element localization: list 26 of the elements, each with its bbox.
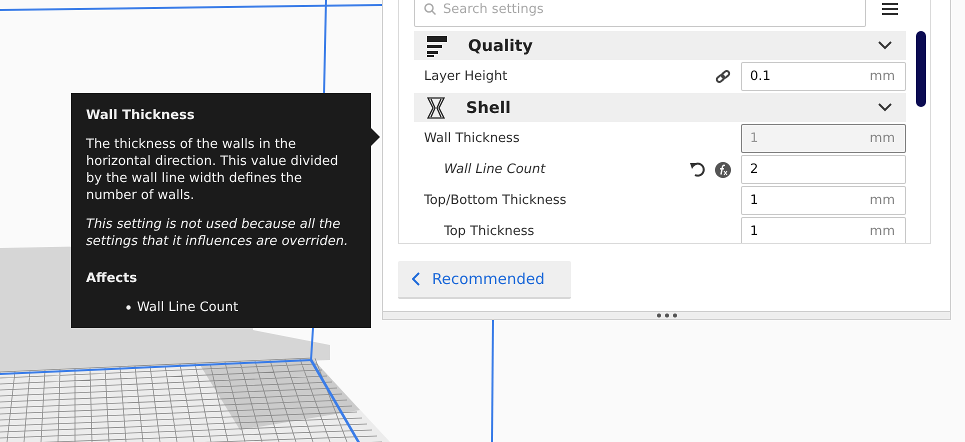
setting-input[interactable]: 1 mm: [741, 186, 906, 215]
drag-handle-icon[interactable]: [656, 313, 678, 318]
bullet-icon: [126, 305, 131, 310]
hourglass-icon: [426, 96, 446, 118]
tooltip-note: This setting is not used because all the settings that it influences are overriden.: [86, 216, 350, 250]
scrollbar[interactable]: [916, 31, 926, 107]
setting-label: Layer Height: [424, 69, 508, 84]
layers-icon: [426, 34, 448, 56]
menu-icon[interactable]: [882, 1, 898, 17]
setting-label: Top Thickness: [444, 224, 536, 239]
category-header[interactable]: Quality: [414, 31, 906, 60]
search-icon: [424, 3, 436, 15]
setting-label: Wall Thickness: [424, 131, 521, 146]
category-header[interactable]: Shell: [414, 93, 906, 122]
setting-input[interactable]: 1 mm: [741, 217, 906, 243]
affected-setting: Wall Line Count: [137, 299, 238, 316]
affects-heading: Affects: [86, 270, 138, 287]
setting-label: Wall Line Count: [444, 162, 547, 177]
setting-label: Top/Bottom Thickness: [424, 193, 568, 208]
chevron-left-icon: [412, 272, 420, 286]
setting-input[interactable]: 0.1 mm: [741, 62, 906, 91]
tooltip-title: Wall Thickness: [86, 107, 196, 124]
recommended-button[interactable]: Recommended: [398, 261, 571, 299]
tooltip-description: The thickness of the walls in the horizontal direction. This value divided by the wall line width defines the number of walls.: [86, 136, 340, 204]
link-icon[interactable]: [715, 68, 731, 84]
search-field[interactable]: Search settings: [414, 0, 866, 27]
